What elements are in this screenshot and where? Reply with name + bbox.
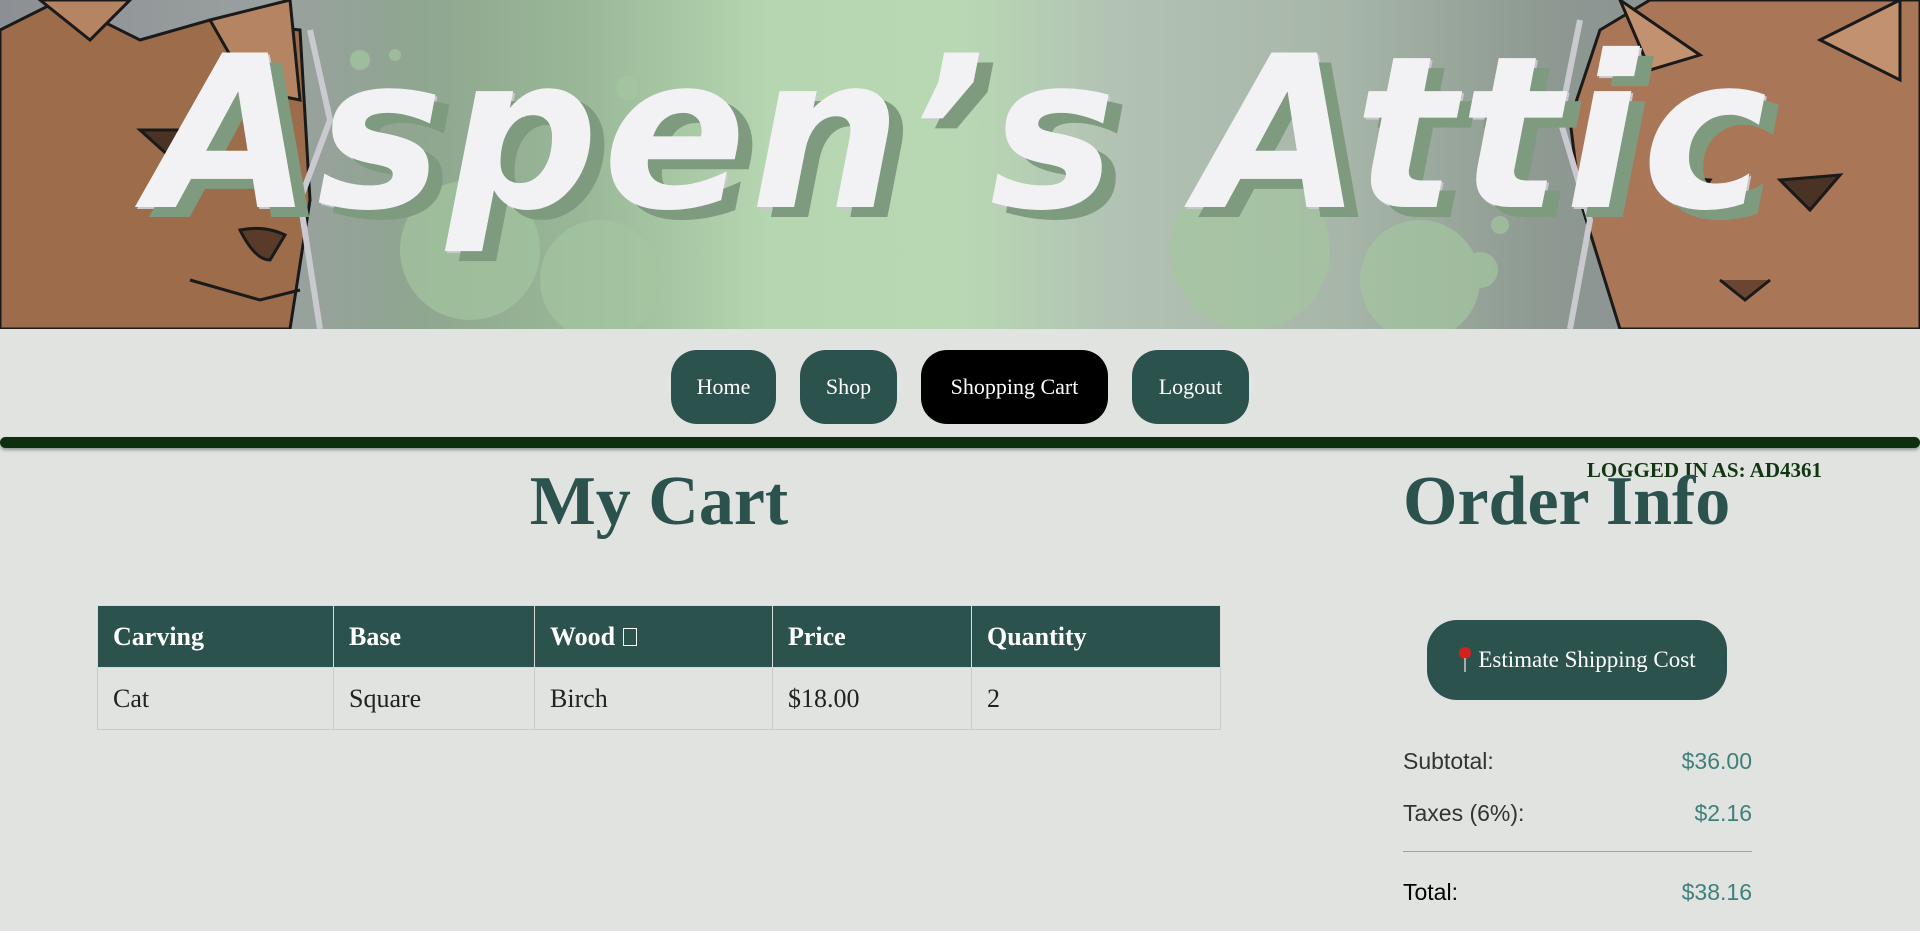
cell-carving: Cat [97,667,334,730]
cell-price: $18.00 [772,667,972,730]
table-row: Cat Square Birch $18.00 2 [97,667,1221,730]
estimate-shipping-label: Estimate Shipping Cost [1478,647,1696,672]
cell-quantity: 2 [971,667,1221,730]
site-banner: Aspen’s Attic [0,0,1920,329]
nav-home-button[interactable]: Home [671,350,776,424]
subtotal-label: Subtotal: [1403,747,1494,774]
subtotal-row: Subtotal: $36.00 [1403,735,1752,787]
site-logo-title: Aspen’s Attic [148,10,1772,257]
sort-icon[interactable] [623,627,638,646]
nav-divider [0,437,1920,448]
total-label: Total: [1403,878,1458,905]
column-header-wood[interactable]: Wood [534,605,773,668]
subtotal-value: $36.00 [1681,747,1752,774]
estimate-shipping-button[interactable]: Estimate Shipping Cost [1427,620,1727,700]
total-value: $38.16 [1681,878,1752,905]
order-info-title: Order Info [1403,463,1731,540]
cart-header-row: Carving Base Wood Price Quantity [97,605,1221,668]
taxes-row: Taxes (6%): $2.16 [1403,787,1752,839]
column-header-carving[interactable]: Carving [97,605,334,668]
nav-shop-button[interactable]: Shop [800,350,897,424]
nav-logout-button[interactable]: Logout [1132,350,1249,424]
nav-shopping-cart-button[interactable]: Shopping Cart [921,350,1108,424]
taxes-value: $2.16 [1694,799,1752,826]
summary-divider [1403,851,1752,852]
total-row: Total: $38.16 [1403,866,1752,918]
cell-wood: Birch [534,667,773,730]
column-header-base[interactable]: Base [333,605,535,668]
pushpin-icon [1458,647,1472,673]
cart-table: Carving Base Wood Price Quantity Cat Squ… [97,605,1221,730]
cell-base: Square [333,667,535,730]
order-summary: Subtotal: $36.00 Taxes (6%): $2.16 Total… [1403,735,1752,918]
column-header-price[interactable]: Price [772,605,972,668]
column-header-quantity[interactable]: Quantity [971,605,1221,668]
main-nav: Home Shop Shopping Cart Logout [0,350,1920,424]
taxes-label: Taxes (6%): [1403,799,1525,826]
cart-title: My Cart [529,463,789,540]
